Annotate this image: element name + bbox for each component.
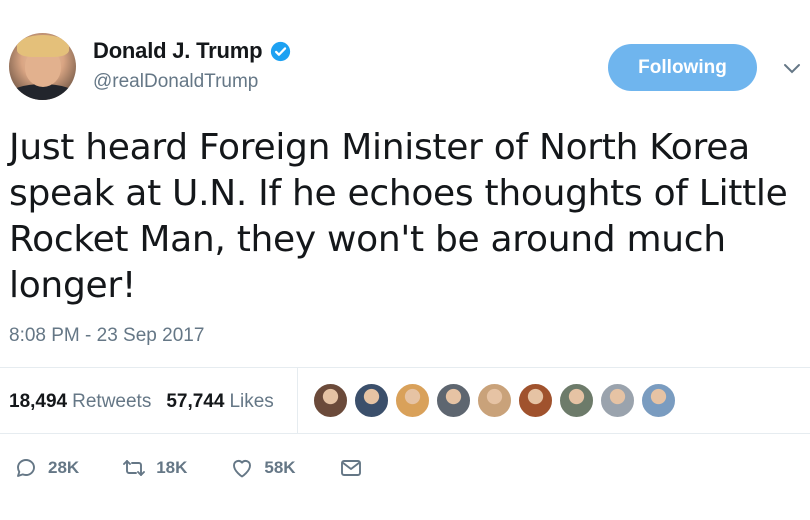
tweet-line: longer!	[9, 265, 136, 306]
stats-separator	[297, 367, 298, 433]
liker-avatar[interactable]	[600, 383, 635, 418]
retweets-count: 18,494	[9, 391, 68, 412]
engagement-stats: 18,494 Retweets 57,744 Likes	[9, 391, 274, 413]
reply-count: 28K	[48, 458, 80, 477]
author-handle[interactable]: @realDonaldTrump	[93, 71, 258, 93]
liker-avatar[interactable]	[313, 383, 348, 418]
divider	[0, 433, 810, 434]
divider	[0, 367, 810, 368]
likes-label: Likes	[229, 391, 274, 412]
tweet-text: Just heard Foreign Minister of North Kor…	[9, 125, 799, 309]
author-display-name[interactable]: Donald J. Trump	[93, 38, 263, 64]
liker-avatars	[313, 383, 676, 418]
liker-avatar[interactable]	[518, 383, 553, 418]
liker-avatar[interactable]	[641, 383, 676, 418]
direct-message-button[interactable]	[339, 456, 363, 480]
following-button[interactable]: Following	[608, 44, 757, 91]
retweet-icon	[123, 460, 146, 476]
chevron-down-icon[interactable]	[782, 58, 802, 78]
liker-avatar[interactable]	[477, 383, 512, 418]
likes-stat[interactable]: 57,744 Likes	[166, 391, 273, 413]
reply-icon	[17, 459, 35, 477]
liker-avatar[interactable]	[559, 383, 594, 418]
liker-avatar[interactable]	[436, 383, 471, 418]
like-button[interactable]: 58K	[230, 456, 296, 480]
tweet-card: Donald J. Trump @realDonaldTrump Followi…	[0, 0, 810, 520]
retweets-label: Retweets	[72, 391, 152, 412]
likes-count: 57,744	[166, 391, 225, 412]
avatar-hair	[17, 35, 69, 57]
like-count: 58K	[264, 458, 296, 477]
action-bar: 28K 18K 58K	[14, 456, 363, 480]
reply-button[interactable]: 28K	[14, 456, 79, 480]
retweets-stat[interactable]: 18,494 Retweets	[9, 391, 151, 413]
envelope-icon	[340, 460, 361, 476]
author-name-row[interactable]: Donald J. Trump	[93, 38, 291, 64]
retweet-button[interactable]: 18K	[122, 456, 187, 480]
heart-icon	[233, 460, 252, 478]
tweet-line: Just heard Foreign Minister of North Kor…	[9, 127, 750, 168]
liker-avatar[interactable]	[395, 383, 430, 418]
retweet-count: 18K	[156, 458, 188, 477]
author-avatar[interactable]	[9, 33, 76, 100]
liker-avatar[interactable]	[354, 383, 389, 418]
tweet-line: Rocket Man, they won't be around much	[9, 219, 726, 260]
verified-badge-icon	[271, 41, 291, 61]
tweet-line: speak at U.N. If he echoes thoughts of L…	[9, 173, 788, 214]
tweet-timestamp[interactable]: 8:08 PM - 23 Sep 2017	[9, 325, 204, 347]
